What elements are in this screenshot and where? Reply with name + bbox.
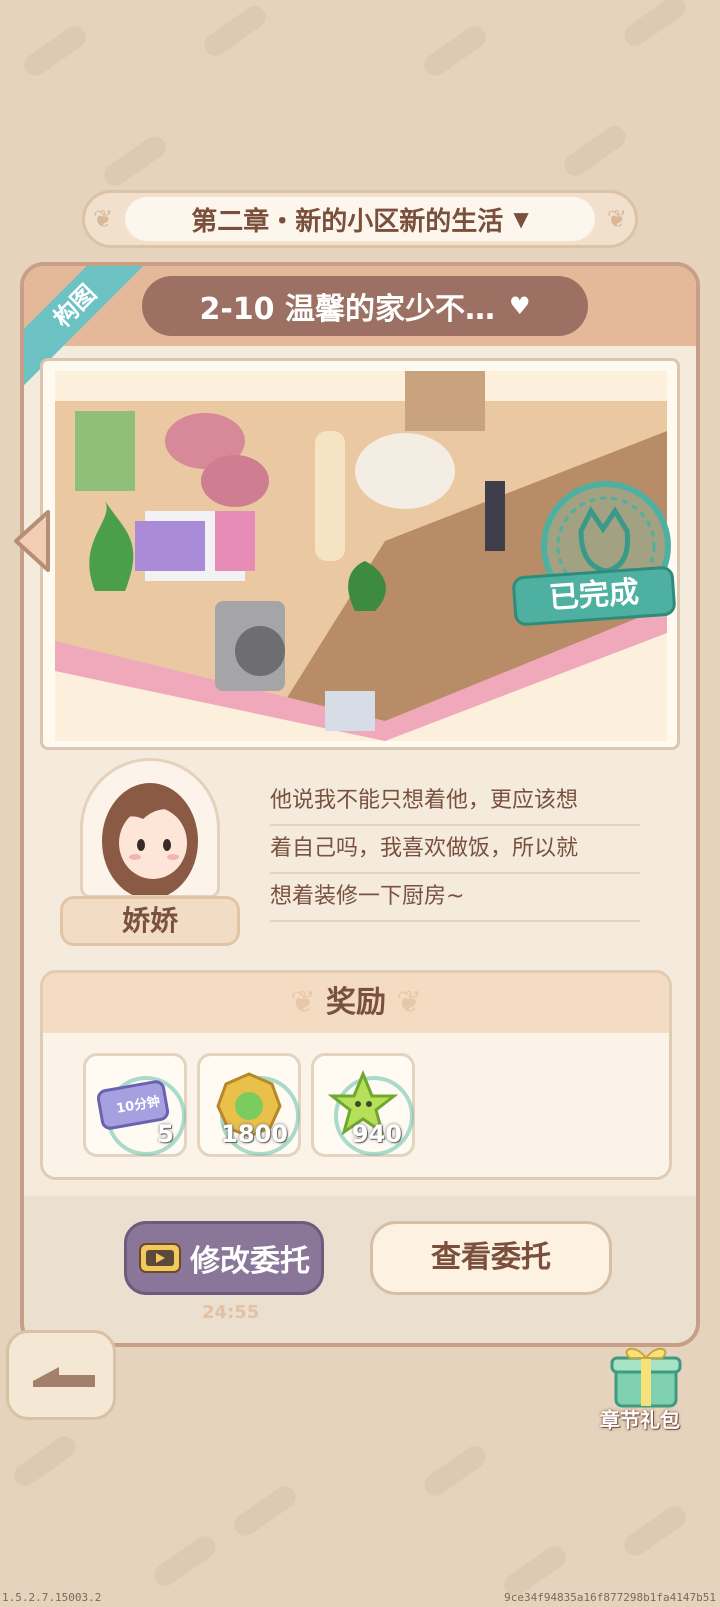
reward-item-coin[interactable]: 1800 — [197, 1053, 301, 1157]
laurel-left-icon: ❦ — [290, 985, 326, 1020]
modify-commission-label: 修改委托 — [190, 1244, 310, 1279]
rewards-title: ❦ 奖励 ❦ — [43, 973, 669, 1033]
room-preview: 已完成 — [40, 358, 680, 750]
level-card: 构图 2-10 温馨的家少不… ♥ 已完成 娇娇 他说我不能只想着他，更应该想 … — [20, 262, 700, 1347]
heart-dropdown-icon: ♥ — [509, 292, 531, 320]
dialog-line-1: 他说我不能只想着他，更应该想 — [270, 778, 640, 826]
table-shape — [75, 411, 135, 491]
chapter-selector[interactable]: ❦ 第二章・新的小区新的生活 ▼ ❦ — [82, 190, 638, 248]
back-button[interactable] — [6, 1330, 116, 1420]
rewards-title-text: 奖励 — [326, 985, 386, 1020]
level-selector[interactable]: 2-10 温馨的家少不… ♥ — [142, 276, 588, 336]
cooldown-timer: 24:55 — [202, 1302, 260, 1323]
character-name: 娇娇 — [60, 896, 240, 946]
avatar — [80, 758, 220, 898]
chapter-title: 第二章・新的小区新的生活 — [191, 206, 504, 237]
laurel-right-icon: ❦ — [396, 985, 422, 1020]
laurel-left-icon: ❦ — [93, 205, 114, 233]
back-arrow-icon — [33, 1367, 95, 1387]
dialog-line-2: 着自己吗，我喜欢做饭，所以就 — [270, 826, 640, 874]
reward-count: 1800 — [221, 1120, 288, 1148]
chevron-down-icon: ▼ — [513, 207, 529, 231]
dialog-line-3: 想着装修一下厨房~ — [270, 874, 640, 922]
rewards-panel: ❦ 奖励 ❦ 10分钟 5 1800 940 — [40, 970, 672, 1180]
laurel-right-icon: ❦ — [606, 205, 627, 233]
chapter-gift-icon[interactable] — [606, 1340, 686, 1410]
chapter-title-box: 第二章・新的小区新的生活 ▼ — [125, 197, 595, 241]
build-hash-text: 9ce34f94835a16f877298b1fa4147b51 — [504, 1591, 716, 1604]
view-commission-button[interactable]: 查看委托 — [370, 1221, 612, 1295]
level-title: 2-10 温馨的家少不… — [199, 292, 495, 327]
version-text: 1.5.2.7.15003.2 — [2, 1591, 102, 1604]
previous-level-arrow-icon[interactable] — [12, 510, 52, 572]
reward-item-ticket[interactable]: 10分钟 5 — [83, 1053, 187, 1157]
tv-ad-icon — [139, 1243, 181, 1273]
chapter-gift-label[interactable]: 章节礼包 — [600, 1404, 680, 1433]
reward-count: 940 — [351, 1120, 402, 1148]
reward-item-star[interactable]: 940 — [311, 1053, 415, 1157]
character-portrait — [102, 783, 198, 895]
reward-count: 5 — [157, 1120, 174, 1148]
modify-commission-button[interactable]: 修改委托 — [124, 1221, 324, 1295]
